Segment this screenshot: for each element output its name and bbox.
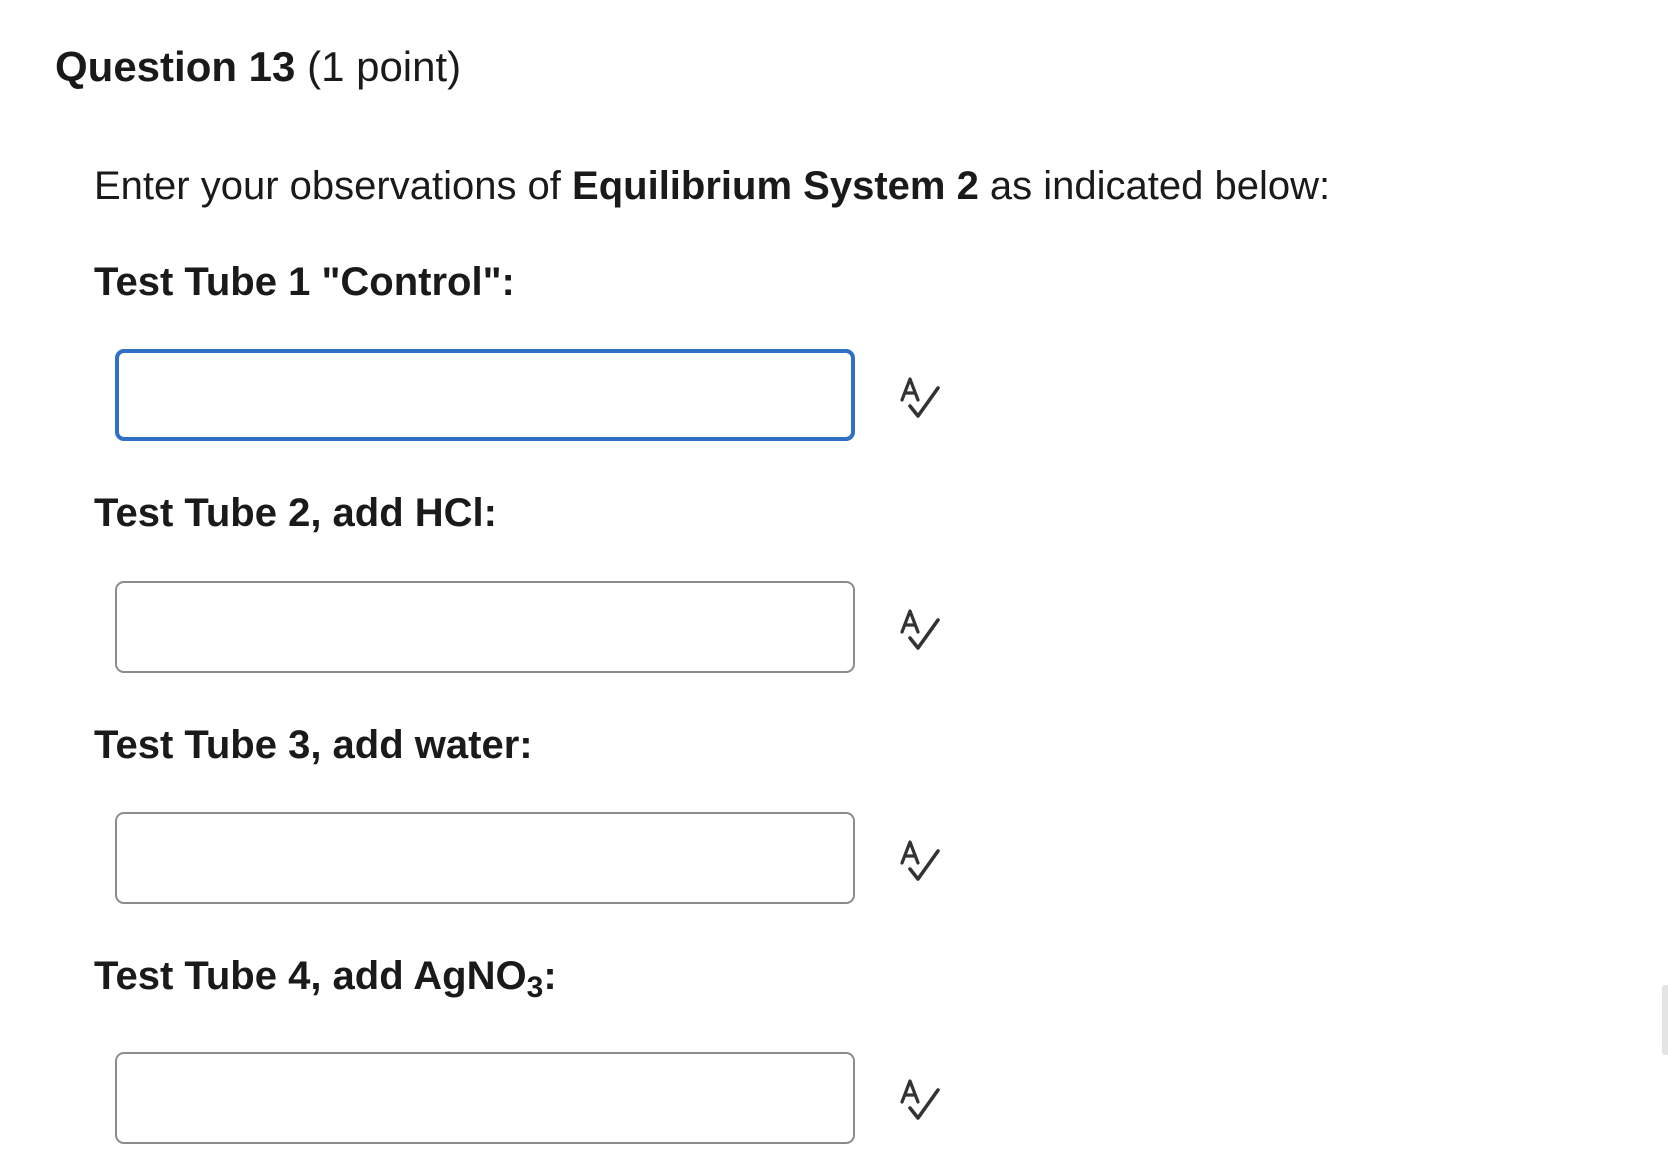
field-label-test-tube-2: Test Tube 2, add HCl:	[94, 491, 497, 535]
spellcheck-icon[interactable]	[896, 836, 944, 884]
spellcheck-icon-graphic	[900, 377, 940, 418]
spellcheck-icon[interactable]	[896, 1075, 944, 1123]
field-label-test-tube-4-main: Test Tube 4, add AgNO	[94, 954, 527, 998]
spellcheck-icon-graphic	[900, 1079, 940, 1120]
spellcheck-icon-graphic	[900, 840, 940, 881]
spellcheck-icon[interactable]	[896, 373, 944, 421]
question-points: (1 point)	[307, 43, 462, 90]
field-label-test-tube-1: Test Tube 1 "Control":	[94, 260, 515, 304]
spellcheck-icon-graphic	[900, 609, 940, 650]
answer-input-test-tube-4[interactable]	[115, 1052, 855, 1144]
answer-input-test-tube-1[interactable]	[115, 349, 855, 441]
scrollbar-edge[interactable]	[1662, 985, 1668, 1055]
question-title: Question 13	[55, 43, 296, 90]
prompt-text-before: Enter your observations of	[94, 164, 573, 208]
question-header: Question 13 (1 point)	[55, 38, 461, 96]
spellcheck-icon[interactable]	[896, 605, 944, 653]
question-prompt: Enter your observations of Equilibrium S…	[94, 158, 1330, 214]
field-label-test-tube-4-end: :	[543, 954, 557, 998]
prompt-emphasis: Equilibrium System 2	[572, 164, 979, 208]
answer-input-test-tube-3[interactable]	[115, 812, 855, 904]
field-label-test-tube-4-subscript: 3	[526, 971, 544, 1004]
field-label-test-tube-3: Test Tube 3, add water:	[94, 723, 533, 767]
prompt-text-after: as indicated below:	[978, 164, 1331, 208]
answer-input-test-tube-2[interactable]	[115, 581, 855, 673]
field-label-test-tube-4: Test Tube 4, add AgNO3:	[94, 948, 557, 1004]
